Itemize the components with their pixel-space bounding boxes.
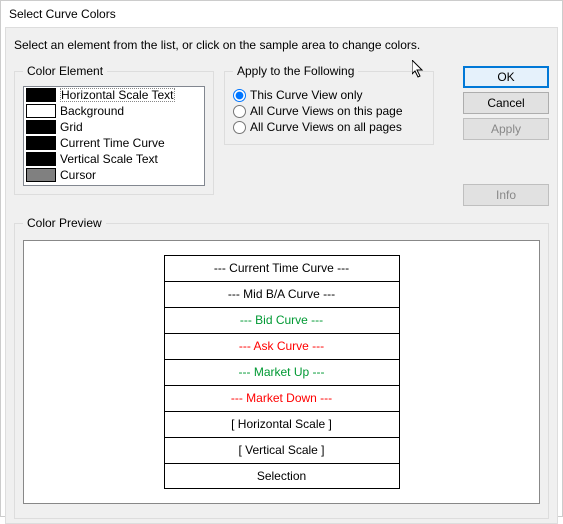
top-row: Color Element Horizontal Scale Text Backg… <box>14 64 549 206</box>
apply-to-group: Apply to the Following This Curve View o… <box>224 64 434 145</box>
preview-row[interactable]: --- Mid B/A Curve --- <box>164 281 400 307</box>
color-element-label: Cursor <box>60 168 96 182</box>
color-element-item[interactable]: Grid <box>24 119 204 135</box>
apply-to-legend: Apply to the Following <box>233 64 358 78</box>
color-swatch <box>26 168 56 182</box>
color-element-label: Vertical Scale Text <box>60 152 158 166</box>
apply-to-option[interactable]: This Curve View only <box>233 88 425 102</box>
color-element-group: Color Element Horizontal Scale Text Backg… <box>14 64 214 195</box>
preview-row[interactable]: [ Horizontal Scale ] <box>164 411 400 437</box>
color-swatch <box>26 152 56 166</box>
preview-row[interactable]: --- Market Down --- <box>164 385 400 411</box>
preview-row[interactable]: [ Vertical Scale ] <box>164 437 400 463</box>
color-preview-group: Color Preview --- Current Time Curve ---… <box>14 216 549 519</box>
color-swatch <box>26 88 56 102</box>
apply-to-radio[interactable] <box>233 89 246 102</box>
dialog-content: Select an element from the list, or clic… <box>5 27 558 524</box>
dialog-window: Select Curve Colors Select an element fr… <box>0 0 563 517</box>
color-element-item[interactable]: Cursor <box>24 167 204 183</box>
preview-row[interactable]: --- Market Up --- <box>164 359 400 385</box>
color-element-item[interactable]: Background <box>24 103 204 119</box>
color-element-item[interactable]: Current Time Curve <box>24 135 204 151</box>
color-element-label: Horizontal Scale Text <box>60 88 175 102</box>
preview-row[interactable]: --- Ask Curve --- <box>164 333 400 359</box>
ok-button[interactable]: OK <box>463 66 549 88</box>
apply-to-label: All Curve Views on this page <box>250 104 403 118</box>
color-preview-area[interactable]: --- Current Time Curve ------ Mid B/A Cu… <box>23 240 540 504</box>
color-element-label: Background <box>60 104 124 118</box>
color-preview-legend: Color Preview <box>23 216 106 230</box>
button-spacer <box>463 144 549 180</box>
color-element-legend: Color Element <box>23 64 107 78</box>
instruction-text: Select an element from the list, or clic… <box>14 38 549 52</box>
apply-to-option[interactable]: All Curve Views on this page <box>233 104 425 118</box>
color-swatch <box>26 136 56 150</box>
button-column: OK Cancel Apply Info <box>463 64 549 206</box>
color-swatch <box>26 104 56 118</box>
dialog-title: Select Curve Colors <box>1 1 562 23</box>
preview-row[interactable]: Selection <box>164 463 400 489</box>
preview-row[interactable]: --- Bid Curve --- <box>164 307 400 333</box>
color-element-listbox[interactable]: Horizontal Scale Text Background Grid Curre… <box>23 86 205 186</box>
preview-row[interactable]: --- Current Time Curve --- <box>164 255 400 281</box>
color-element-item[interactable]: Horizontal Scale Text <box>24 87 204 103</box>
apply-to-radio[interactable] <box>233 105 246 118</box>
apply-button[interactable]: Apply <box>463 118 549 140</box>
cancel-button[interactable]: Cancel <box>463 92 549 114</box>
info-button[interactable]: Info <box>463 184 549 206</box>
color-element-label: Grid <box>60 120 83 134</box>
apply-to-option[interactable]: All Curve Views on all pages <box>233 120 425 134</box>
color-element-label: Current Time Curve <box>60 136 165 150</box>
apply-to-label: This Curve View only <box>250 88 363 102</box>
color-swatch <box>26 120 56 134</box>
apply-to-label: All Curve Views on all pages <box>250 120 402 134</box>
apply-to-radio[interactable] <box>233 121 246 134</box>
color-element-item[interactable]: Vertical Scale Text <box>24 151 204 167</box>
